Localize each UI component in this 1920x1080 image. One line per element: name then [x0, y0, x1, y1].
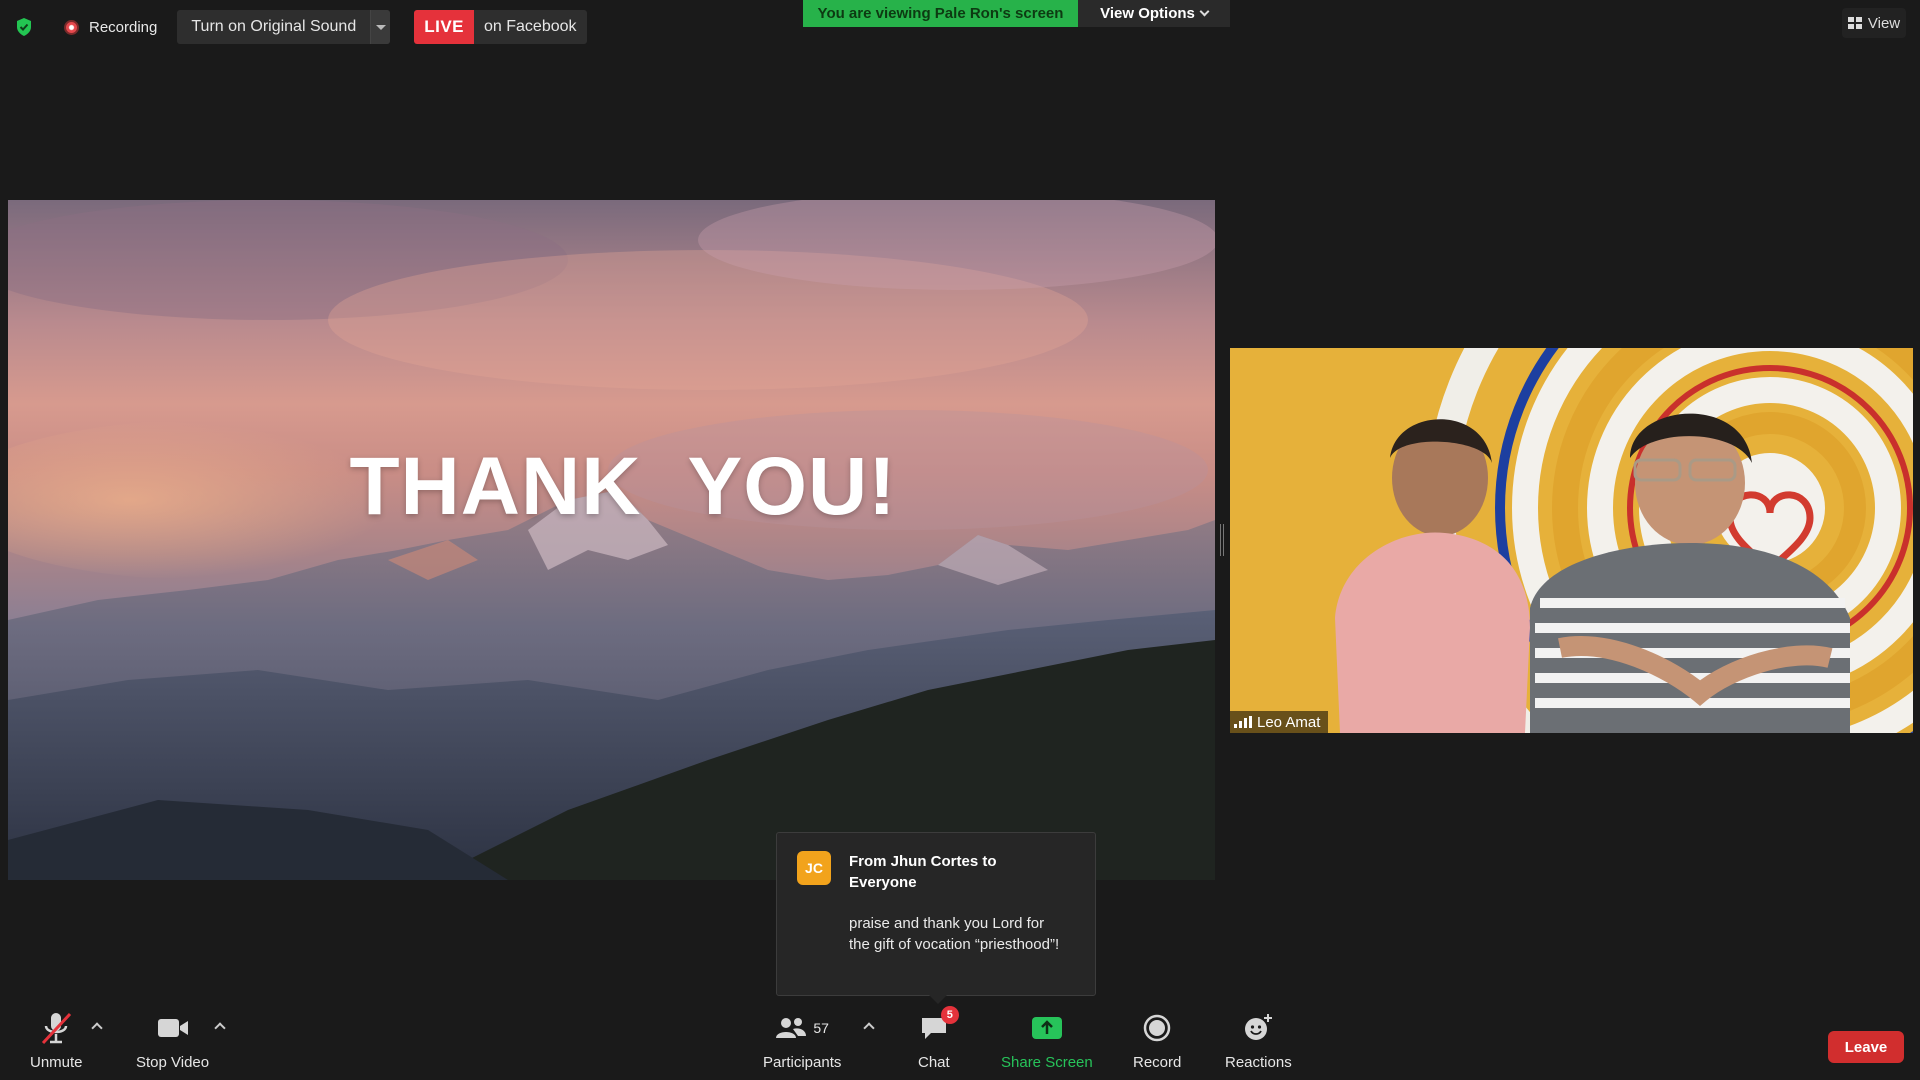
participants-button[interactable]: 57 Participants	[763, 1008, 841, 1071]
original-sound-button[interactable]: Turn on Original Sound	[177, 10, 370, 44]
chat-button[interactable]: 5 Chat	[918, 1006, 959, 1071]
view-label: View	[1867, 14, 1901, 32]
encryption-shield-icon[interactable]	[14, 16, 34, 38]
participants-count: 57	[813, 1020, 829, 1036]
participants-options-chevron-icon[interactable]	[863, 1022, 875, 1034]
share-screen-icon	[1031, 1008, 1063, 1048]
live-badge: LIVE	[414, 10, 475, 44]
chat-icon-wrap: 5	[919, 1006, 959, 1048]
stop-video-button[interactable]: Stop Video	[136, 1008, 209, 1071]
live-target: on Facebook	[474, 10, 587, 44]
participant-video-feed	[1230, 348, 1913, 733]
video-camera-icon	[156, 1008, 190, 1048]
avatar: JC	[797, 851, 831, 885]
view-options-button[interactable]: View Options	[1078, 0, 1230, 27]
unmute-button[interactable]: Unmute	[30, 1008, 83, 1071]
slide-title: THANK YOU!	[349, 441, 897, 532]
record-button[interactable]: Record	[1133, 1008, 1181, 1071]
signal-strength-icon	[1234, 716, 1252, 728]
unmute-label: Unmute	[30, 1054, 83, 1071]
shared-screen: THANK YOU!	[8, 200, 1215, 880]
participant-name-tag: Leo Amat	[1230, 711, 1329, 733]
chevron-down-icon	[1199, 6, 1210, 17]
chat-unread-badge: 5	[940, 1006, 959, 1024]
mountain-sunset-image	[8, 200, 1215, 880]
leave-button[interactable]: Leave	[1828, 1031, 1904, 1063]
muted-microphone-icon	[39, 1008, 73, 1048]
video-options-chevron-icon[interactable]	[214, 1022, 226, 1034]
participants-icon-group: 57	[775, 1008, 829, 1048]
recording-indicator[interactable]: Recording	[64, 19, 157, 36]
share-screen-button[interactable]: Share Screen	[1001, 1008, 1093, 1071]
view-button[interactable]: View	[1842, 8, 1906, 38]
top-left-bar: Recording Turn on Original Sound LIVE on…	[14, 10, 587, 44]
meeting-toolbar: Unmute Stop Video 57 Participants 5 Chat…	[0, 1006, 1920, 1080]
chat-message: praise and thank you Lord for the gift o…	[849, 915, 1060, 953]
share-screen-label: Share Screen	[1001, 1054, 1093, 1071]
original-sound-dropdown-icon[interactable]	[370, 10, 391, 44]
live-stream-indicator[interactable]: LIVE on Facebook	[414, 10, 587, 44]
participants-icon	[776, 1018, 807, 1038]
chat-notification[interactable]: JC From Jhun Cortes to Everyone praise a…	[776, 832, 1096, 1004]
record-icon	[1143, 1008, 1171, 1048]
original-sound-control: Turn on Original Sound	[177, 10, 391, 44]
grid-view-icon	[1847, 17, 1862, 29]
chat-label: Chat	[918, 1054, 950, 1071]
participant-video[interactable]: Leo Amat	[1230, 348, 1913, 733]
viewing-screen-banner: You are viewing Pale Ron's screen	[803, 0, 1078, 27]
resize-handle[interactable]	[1220, 524, 1224, 556]
recording-icon	[64, 19, 79, 35]
participant-name: Leo Amat	[1257, 713, 1321, 731]
participants-label: Participants	[763, 1054, 842, 1071]
audio-options-chevron-icon[interactable]	[91, 1022, 103, 1034]
record-label: Record	[1133, 1054, 1182, 1071]
reactions-icon	[1243, 1008, 1273, 1048]
chat-notification-body: From Jhun Cortes to Everyone praise and …	[849, 851, 1069, 995]
chat-sender: From Jhun Cortes to Everyone	[849, 853, 997, 891]
reactions-button[interactable]: Reactions	[1225, 1008, 1292, 1071]
stop-video-label: Stop Video	[136, 1054, 210, 1071]
recording-label: Recording	[89, 18, 158, 36]
reactions-label: Reactions	[1225, 1054, 1292, 1071]
view-options-label: View Options	[1100, 5, 1195, 22]
